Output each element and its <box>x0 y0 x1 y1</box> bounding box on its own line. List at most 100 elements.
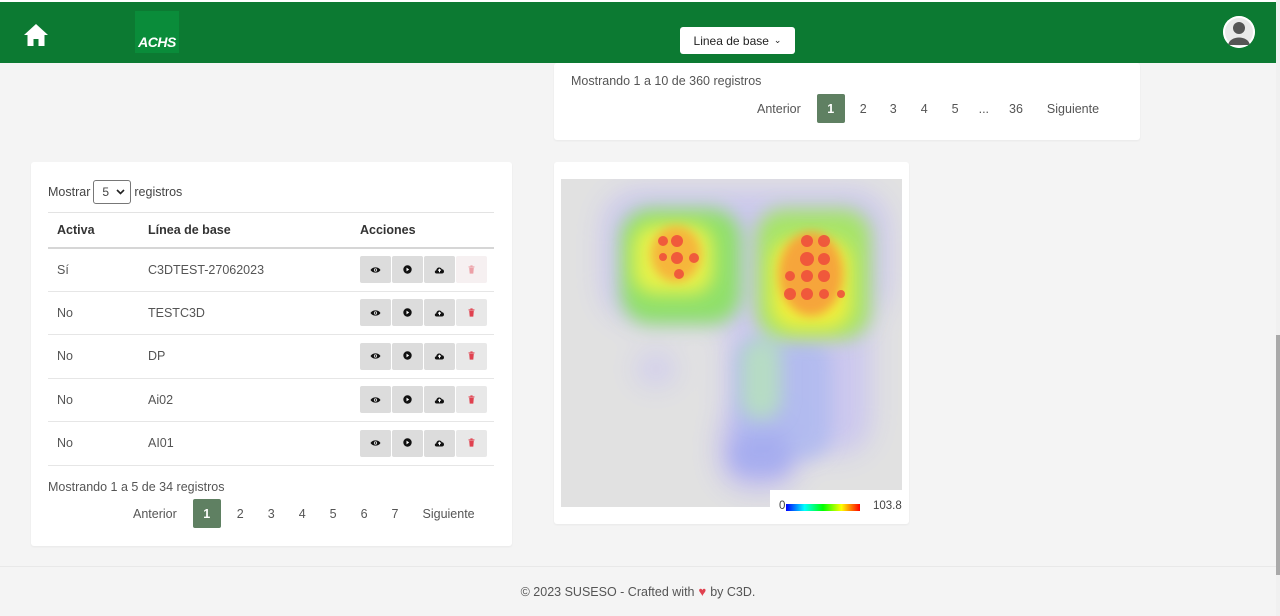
footer-prefix: © 2023 SUSESO - Crafted with <box>520 584 695 599</box>
delete-button[interactable] <box>456 429 487 457</box>
top-pagination-page[interactable]: 2 <box>849 102 878 116</box>
table-row: No DP <box>48 334 494 379</box>
achs-logo[interactable]: ACHS <box>135 11 179 53</box>
play-button[interactable] <box>392 342 423 370</box>
trash-icon <box>468 306 475 320</box>
column-header-activa[interactable]: Activa <box>48 212 139 249</box>
actions-cell <box>351 291 494 335</box>
top-pagination-page[interactable]: 4 <box>909 102 940 116</box>
play-button[interactable] <box>392 299 423 327</box>
active-cell: No <box>48 291 139 335</box>
active-cell: No <box>48 421 139 466</box>
heatmap-image <box>561 179 902 507</box>
column-header-baseline[interactable]: Línea de base <box>139 212 351 249</box>
baseline-dropdown-label: Linea de base <box>693 33 769 48</box>
play-icon <box>403 436 412 450</box>
trash-icon <box>468 436 475 450</box>
view-button[interactable] <box>360 256 391 283</box>
baseline-dropdown[interactable]: Linea de base ⌄ <box>680 27 795 54</box>
table-pagination-prev[interactable]: Anterior <box>121 507 189 521</box>
top-pagination-page[interactable]: 36 <box>997 102 1035 116</box>
records-card-top: Mostrando 1 a 10 de 360 registros Anteri… <box>554 63 1140 140</box>
play-button[interactable] <box>392 256 423 283</box>
trash-icon <box>468 349 475 363</box>
legend-color-scale <box>786 504 860 511</box>
delete-button[interactable] <box>456 256 487 283</box>
table-pagination-page[interactable]: 7 <box>380 507 411 521</box>
table-row: No AI01 <box>48 421 494 466</box>
view-button[interactable] <box>360 429 391 457</box>
upload-button[interactable] <box>424 386 455 414</box>
view-button[interactable] <box>360 342 391 370</box>
table-pagination-page[interactable]: 4 <box>287 507 318 521</box>
table-pagination: Anterior 1 2 3 4 5 6 7 Siguiente <box>121 499 487 528</box>
column-header-actions: Acciones <box>351 212 494 249</box>
upload-button[interactable] <box>424 256 455 283</box>
actions-cell <box>351 421 494 466</box>
top-pagination-ellipsis: ... <box>978 101 990 116</box>
eye-icon <box>370 263 381 277</box>
play-button[interactable] <box>392 429 423 457</box>
trash-icon <box>468 263 475 277</box>
table-pagination-page[interactable]: 2 <box>225 507 256 521</box>
top-pagination-page[interactable]: 1 <box>816 94 845 123</box>
page-length-value: 5 <box>102 185 110 199</box>
upload-button[interactable] <box>424 299 455 327</box>
cloud-upload-icon <box>434 263 445 277</box>
logo-text: ACHS <box>138 34 176 50</box>
top-pagination-page[interactable]: 5 <box>940 102 971 116</box>
top-pagination-next[interactable]: Siguiente <box>1035 102 1111 116</box>
table-pagination-page[interactable]: 1 <box>192 499 221 528</box>
active-cell: Sí <box>48 247 139 292</box>
actions-cell <box>351 378 494 422</box>
actions-cell <box>351 247 494 292</box>
table-pagination-next[interactable]: Siguiente <box>411 507 487 521</box>
legend-max-value: 103.8 <box>873 500 902 512</box>
baseline-name-cell: C3DTEST-27062023 <box>139 247 351 292</box>
baseline-name-cell: AI01 <box>139 421 351 466</box>
upload-button[interactable] <box>424 342 455 370</box>
show-prefix: Mostrar <box>48 185 91 199</box>
play-icon <box>403 349 412 363</box>
delete-button[interactable] <box>456 299 487 327</box>
show-suffix: registros <box>134 185 183 199</box>
cloud-upload-icon <box>434 436 445 450</box>
view-button[interactable] <box>360 386 391 414</box>
row-actions <box>360 256 494 283</box>
actions-cell <box>351 334 494 379</box>
cloud-upload-icon <box>434 349 445 363</box>
row-actions <box>360 299 494 327</box>
legend-min-value: 0 <box>779 500 786 512</box>
table-row: No TESTC3D <box>48 291 494 335</box>
table-pagination-page[interactable]: 3 <box>256 507 287 521</box>
page-scrollbar[interactable] <box>1276 0 1280 616</box>
delete-button[interactable] <box>456 386 487 414</box>
top-pagination-prev[interactable]: Anterior <box>745 102 813 116</box>
footer: © 2023 SUSESO - Crafted with ♥ by C3D. <box>0 566 1276 616</box>
table-pagination-page[interactable]: 5 <box>318 507 349 521</box>
row-actions <box>360 342 494 370</box>
row-actions <box>360 429 494 457</box>
trash-icon <box>468 393 475 407</box>
cloud-upload-icon <box>434 306 445 320</box>
play-button[interactable] <box>392 386 423 414</box>
footer-suffix: by C3D. <box>710 584 756 599</box>
home-icon[interactable] <box>22 22 50 48</box>
upload-button[interactable] <box>424 429 455 457</box>
top-pagination-page[interactable]: 3 <box>878 102 909 116</box>
baseline-table-card: Mostrar 5 registros Activa Línea de base… <box>31 162 512 546</box>
table-row: Sí C3DTEST-27062023 <box>48 247 494 292</box>
user-avatar[interactable] <box>1223 16 1255 48</box>
baseline-name-cell: TESTC3D <box>139 291 351 335</box>
view-button[interactable] <box>360 299 391 327</box>
scrollbar-thumb[interactable] <box>1276 335 1280 575</box>
top-border <box>0 0 1280 2</box>
table-pagination-page[interactable]: 6 <box>349 507 380 521</box>
active-cell: No <box>48 334 139 379</box>
play-icon <box>403 306 412 320</box>
delete-button[interactable] <box>456 342 487 370</box>
eye-icon <box>370 436 381 450</box>
play-icon <box>403 393 412 407</box>
page-length-select[interactable]: 5 <box>93 180 132 204</box>
chevron-down-icon: ⌄ <box>773 35 782 45</box>
